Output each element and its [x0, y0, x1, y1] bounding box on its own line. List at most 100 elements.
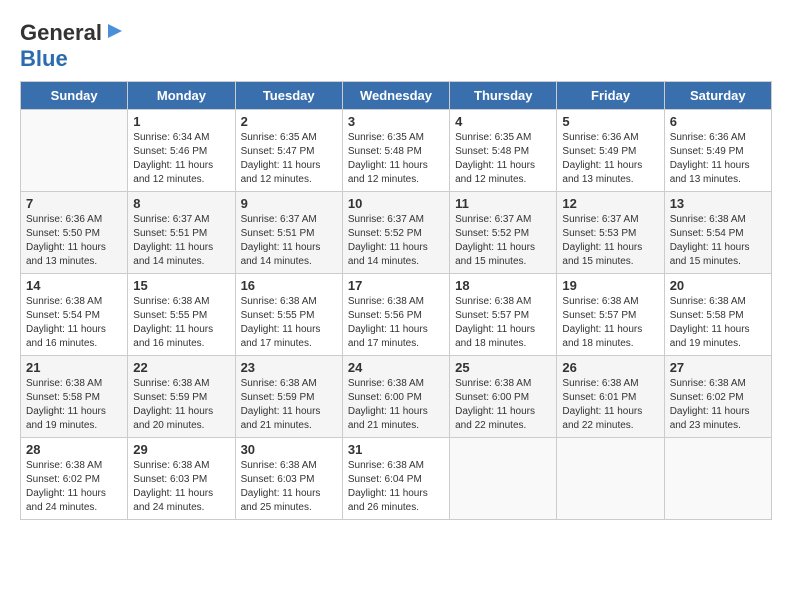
day-cell: 8 Sunrise: 6:37 AM Sunset: 5:51 PM Daylig…: [128, 192, 235, 274]
day-number: 27: [670, 360, 766, 375]
day-cell: 21Sunrise: 6:38 AM Sunset: 5:58 PM Dayli…: [21, 356, 128, 438]
day-number: 5: [562, 114, 658, 129]
day-info: Sunrise: 6:36 AM Sunset: 5:49 PM Dayligh…: [562, 131, 658, 187]
day-cell: 25 Sunrise: 6:38 AM Sunset: 6:00 PM Dayli…: [450, 356, 557, 438]
calendar-header: SundayMondayTuesdayWednesdayThursdayFrid…: [21, 82, 772, 110]
day-number: 26: [562, 360, 658, 375]
day-cell: 1 Sunrise: 6:34 AM Sunset: 5:46 PM Daylig…: [128, 110, 235, 192]
day-info: Sunrise: 6:38 AM Sunset: 6:00 PM Dayligh…: [455, 377, 551, 433]
day-cell: [664, 438, 771, 520]
day-number: 18: [455, 278, 551, 293]
day-number: 8: [133, 196, 229, 211]
day-cell: 27Sunrise: 6:38 AM Sunset: 6:02 PM Dayli…: [664, 356, 771, 438]
day-number: 22: [133, 360, 229, 375]
header-cell-saturday: Saturday: [664, 82, 771, 110]
day-number: 13: [670, 196, 766, 211]
day-number: 23: [241, 360, 337, 375]
day-cell: [450, 438, 557, 520]
logo: General Blue: [20, 20, 126, 71]
day-cell: 19 Sunrise: 6:38 AM Sunset: 5:57 PM Dayli…: [557, 274, 664, 356]
day-cell: 4 Sunrise: 6:35 AM Sunset: 5:48 PM Daylig…: [450, 110, 557, 192]
day-info: Sunrise: 6:38 AM Sunset: 5:54 PM Dayligh…: [26, 295, 122, 351]
week-row-3: 14 Sunrise: 6:38 AM Sunset: 5:54 PM Dayli…: [21, 274, 772, 356]
day-info: Sunrise: 6:37 AM Sunset: 5:53 PM Dayligh…: [562, 213, 658, 269]
day-cell: 30 Sunrise: 6:38 AM Sunset: 6:03 PM Dayli…: [235, 438, 342, 520]
day-info: Sunrise: 6:38 AM Sunset: 6:02 PM Dayligh…: [26, 459, 122, 515]
day-cell: 22Sunrise: 6:38 AM Sunset: 5:59 PM Dayli…: [128, 356, 235, 438]
day-number: 30: [241, 442, 337, 457]
day-info: Sunrise: 6:37 AM Sunset: 5:51 PM Dayligh…: [133, 213, 229, 269]
day-number: 3: [348, 114, 444, 129]
week-row-1: 1 Sunrise: 6:34 AM Sunset: 5:46 PM Daylig…: [21, 110, 772, 192]
day-info: Sunrise: 6:38 AM Sunset: 5:54 PM Dayligh…: [670, 213, 766, 269]
day-info: Sunrise: 6:38 AM Sunset: 6:01 PM Dayligh…: [562, 377, 658, 433]
day-info: Sunrise: 6:38 AM Sunset: 5:57 PM Dayligh…: [562, 295, 658, 351]
day-cell: 12 Sunrise: 6:37 AM Sunset: 5:53 PM Dayli…: [557, 192, 664, 274]
day-number: 24: [348, 360, 444, 375]
day-cell: 26 Sunrise: 6:38 AM Sunset: 6:01 PM Dayli…: [557, 356, 664, 438]
day-cell: [21, 110, 128, 192]
day-info: Sunrise: 6:38 AM Sunset: 5:57 PM Dayligh…: [455, 295, 551, 351]
week-row-2: 7Sunrise: 6:36 AM Sunset: 5:50 PM Daylig…: [21, 192, 772, 274]
day-info: Sunrise: 6:36 AM Sunset: 5:49 PM Dayligh…: [670, 131, 766, 187]
day-info: Sunrise: 6:38 AM Sunset: 5:55 PM Dayligh…: [133, 295, 229, 351]
header-cell-monday: Monday: [128, 82, 235, 110]
day-number: 19: [562, 278, 658, 293]
day-cell: 11 Sunrise: 6:37 AM Sunset: 5:52 PM Dayli…: [450, 192, 557, 274]
day-cell: 18 Sunrise: 6:38 AM Sunset: 5:57 PM Dayli…: [450, 274, 557, 356]
day-number: 2: [241, 114, 337, 129]
day-info: Sunrise: 6:38 AM Sunset: 6:03 PM Dayligh…: [133, 459, 229, 515]
day-number: 4: [455, 114, 551, 129]
day-number: 28: [26, 442, 122, 457]
day-cell: 28 Sunrise: 6:38 AM Sunset: 6:02 PM Dayli…: [21, 438, 128, 520]
day-number: 16: [241, 278, 337, 293]
day-cell: 14 Sunrise: 6:38 AM Sunset: 5:54 PM Dayli…: [21, 274, 128, 356]
day-number: 15: [133, 278, 229, 293]
day-cell: 17Sunrise: 6:38 AM Sunset: 5:56 PM Dayli…: [342, 274, 449, 356]
day-number: 11: [455, 196, 551, 211]
day-info: Sunrise: 6:38 AM Sunset: 6:03 PM Dayligh…: [241, 459, 337, 515]
day-number: 21: [26, 360, 122, 375]
day-cell: 10 Sunrise: 6:37 AM Sunset: 5:52 PM Dayli…: [342, 192, 449, 274]
header-cell-tuesday: Tuesday: [235, 82, 342, 110]
day-number: 25: [455, 360, 551, 375]
header-cell-friday: Friday: [557, 82, 664, 110]
day-cell: 2 Sunrise: 6:35 AM Sunset: 5:47 PM Daylig…: [235, 110, 342, 192]
day-cell: 20Sunrise: 6:38 AM Sunset: 5:58 PM Dayli…: [664, 274, 771, 356]
page-header: General Blue: [20, 20, 772, 71]
header-cell-thursday: Thursday: [450, 82, 557, 110]
day-number: 20: [670, 278, 766, 293]
day-info: Sunrise: 6:35 AM Sunset: 5:48 PM Dayligh…: [455, 131, 551, 187]
day-info: Sunrise: 6:34 AM Sunset: 5:46 PM Dayligh…: [133, 131, 229, 187]
day-number: 10: [348, 196, 444, 211]
day-number: 6: [670, 114, 766, 129]
day-cell: 5 Sunrise: 6:36 AM Sunset: 5:49 PM Daylig…: [557, 110, 664, 192]
day-number: 9: [241, 196, 337, 211]
day-info: Sunrise: 6:38 AM Sunset: 5:56 PM Dayligh…: [348, 295, 444, 351]
logo-arrow-icon: [104, 20, 126, 42]
day-cell: 3Sunrise: 6:35 AM Sunset: 5:48 PM Daylig…: [342, 110, 449, 192]
day-cell: 9 Sunrise: 6:37 AM Sunset: 5:51 PM Daylig…: [235, 192, 342, 274]
header-row: SundayMondayTuesdayWednesdayThursdayFrid…: [21, 82, 772, 110]
day-info: Sunrise: 6:37 AM Sunset: 5:51 PM Dayligh…: [241, 213, 337, 269]
day-info: Sunrise: 6:38 AM Sunset: 6:00 PM Dayligh…: [348, 377, 444, 433]
day-info: Sunrise: 6:38 AM Sunset: 6:04 PM Dayligh…: [348, 459, 444, 515]
header-cell-wednesday: Wednesday: [342, 82, 449, 110]
day-info: Sunrise: 6:38 AM Sunset: 5:59 PM Dayligh…: [241, 377, 337, 433]
day-info: Sunrise: 6:37 AM Sunset: 5:52 PM Dayligh…: [348, 213, 444, 269]
day-info: Sunrise: 6:37 AM Sunset: 5:52 PM Dayligh…: [455, 213, 551, 269]
day-number: 12: [562, 196, 658, 211]
day-number: 14: [26, 278, 122, 293]
day-cell: 16Sunrise: 6:38 AM Sunset: 5:55 PM Dayli…: [235, 274, 342, 356]
day-cell: [557, 438, 664, 520]
day-cell: 23 Sunrise: 6:38 AM Sunset: 5:59 PM Dayli…: [235, 356, 342, 438]
day-cell: 6 Sunrise: 6:36 AM Sunset: 5:49 PM Daylig…: [664, 110, 771, 192]
day-cell: 15 Sunrise: 6:38 AM Sunset: 5:55 PM Dayli…: [128, 274, 235, 356]
day-cell: 13 Sunrise: 6:38 AM Sunset: 5:54 PM Dayli…: [664, 192, 771, 274]
calendar-table: SundayMondayTuesdayWednesdayThursdayFrid…: [20, 81, 772, 520]
day-info: Sunrise: 6:35 AM Sunset: 5:47 PM Dayligh…: [241, 131, 337, 187]
day-number: 1: [133, 114, 229, 129]
day-cell: 7Sunrise: 6:36 AM Sunset: 5:50 PM Daylig…: [21, 192, 128, 274]
logo-text-blue: Blue: [20, 46, 68, 71]
header-cell-sunday: Sunday: [21, 82, 128, 110]
